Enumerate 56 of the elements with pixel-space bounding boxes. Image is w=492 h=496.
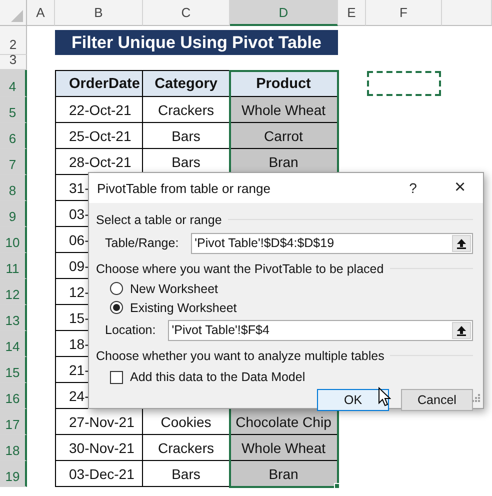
table-cell: Bars (143, 123, 230, 149)
table-cell: Whole Wheat (230, 97, 338, 123)
column-header[interactable]: A (27, 0, 55, 26)
column-header[interactable]: C (143, 0, 230, 26)
row-header[interactable]: 12 (0, 279, 27, 305)
table-cell: 22-Oct-21 (55, 97, 143, 123)
column-header[interactable]: F (366, 0, 442, 26)
row-header[interactable]: 10 (0, 227, 27, 253)
table-cell: Carrot (230, 123, 338, 149)
resize-grip-icon[interactable] (472, 394, 481, 403)
column-header[interactable]: E (338, 0, 366, 26)
table-cell: Chocolate Chip (230, 409, 338, 435)
row-header[interactable]: 17 (0, 409, 27, 435)
table-cell: 25-Oct-21 (55, 123, 143, 149)
table-cell: Whole Wheat (230, 435, 338, 461)
radio-button[interactable] (110, 301, 123, 314)
row-header[interactable]: 6 (0, 123, 27, 149)
row-header[interactable]: 5 (0, 97, 27, 123)
checkbox[interactable] (110, 370, 123, 384)
column-header[interactable]: B (55, 0, 143, 26)
radio-button[interactable] (110, 282, 123, 295)
column-heading: OrderDate (55, 70, 143, 97)
help-button[interactable]: ? (389, 179, 437, 197)
row-header[interactable]: 4 (0, 70, 27, 97)
table-cell: 30-Nov-21 (55, 435, 143, 461)
up-arrow-icon (456, 238, 467, 248)
row-header[interactable]: 7 (0, 149, 27, 175)
table-cell: 03-Dec-21 (55, 461, 143, 487)
title-banner: Filter Unique Using Pivot Table (55, 30, 338, 55)
row-header[interactable]: 16 (0, 383, 27, 409)
collapse-dialog-button[interactable] (452, 322, 471, 338)
input-field[interactable]: 'Pivot Table'!$F$4 (168, 320, 473, 340)
mouse-pointer-icon (378, 387, 391, 407)
column-heading: Category (143, 70, 230, 97)
row-header[interactable]: 2 (0, 26, 27, 55)
row-header[interactable]: 15 (0, 357, 27, 383)
row-header[interactable]: 8 (0, 175, 27, 201)
table-cell: Bars (143, 461, 230, 487)
fill-handle[interactable] (334, 483, 340, 489)
collapse-dialog-button[interactable] (452, 234, 471, 252)
row-header[interactable]: 18 (0, 435, 27, 461)
row-header[interactable]: 9 (0, 201, 27, 227)
close-button[interactable]: × (437, 176, 483, 200)
table-cell: Crackers (143, 435, 230, 461)
row-header[interactable]: 14 (0, 331, 27, 357)
column-header[interactable]: D (230, 0, 338, 26)
row-header[interactable]: 3 (0, 55, 27, 70)
row-header[interactable]: 11 (0, 253, 27, 279)
cancel-button[interactable]: Cancel (401, 389, 473, 411)
table-cell: Crackers (143, 97, 230, 123)
column-heading: Product (230, 70, 338, 97)
row-header[interactable]: 19 (0, 461, 27, 487)
input-field[interactable]: 'Pivot Table'!$D$4:$D$19 (190, 232, 473, 254)
table-cell: Bran (230, 461, 338, 487)
up-arrow-icon (456, 324, 467, 336)
row-header[interactable]: 13 (0, 305, 27, 331)
